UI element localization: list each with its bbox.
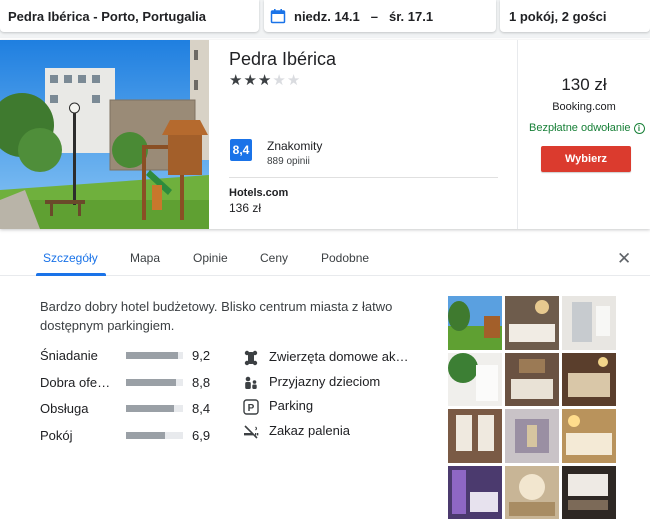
main-provider: Booking.com <box>552 101 616 113</box>
tab-details[interactable]: Szczegóły <box>43 251 98 265</box>
detail-tabs: Szczegóły Mapa Opinie Ceny Podobne <box>0 232 650 276</box>
rating-row: Dobra ofe… 8,8 <box>40 373 220 400</box>
rating-label: Pokój <box>40 427 73 443</box>
no-smoking-icon <box>243 424 259 440</box>
info-icon[interactable]: i <box>633 122 645 134</box>
divider <box>517 40 518 229</box>
divider <box>229 177 498 178</box>
amenity-label: Zwierzęta domowe ak… <box>269 349 409 364</box>
tab-prices[interactable]: Ceny <box>260 251 288 265</box>
photo-thumbnail[interactable] <box>448 352 502 406</box>
photo-thumbnail[interactable] <box>448 409 502 463</box>
provider-price[interactable]: 136 zł <box>229 201 261 215</box>
location-field[interactable]: Pedra Ibérica - Porto, Portugalia <box>0 0 259 32</box>
calendar-icon <box>270 8 286 24</box>
photo-thumbnail[interactable] <box>562 352 616 406</box>
amenities-list: Zwierzęta domowe ak… Przyjazny dzieciom … <box>243 349 433 447</box>
family-icon <box>243 375 259 391</box>
tab-similar[interactable]: Podobne <box>321 251 369 265</box>
amenity-item: Zakaz palenia <box>243 423 433 448</box>
rating-bar <box>126 431 183 439</box>
star-rating: ★★★★★ <box>229 71 301 89</box>
parking-icon: P <box>243 399 259 415</box>
star-filled-icon: ★ <box>243 72 258 89</box>
review-score-label: Znakomity <box>267 139 323 153</box>
rating-bar-fill <box>126 378 177 386</box>
guests-field[interactable]: 1 pokój, 2 gości <box>500 0 650 32</box>
amenity-label: Przyjazny dzieciom <box>269 373 381 389</box>
star-empty-icon: ★ <box>272 72 287 89</box>
rating-label: Obsługa <box>40 401 89 416</box>
search-bar: Pedra Ibérica - Porto, Portugalia niedz.… <box>0 0 650 38</box>
amenity-label: Zakaz palenia <box>269 422 350 438</box>
rating-bar <box>126 378 183 386</box>
rating-label: Śniadanie <box>40 348 98 363</box>
close-icon[interactable]: ✕ <box>617 250 631 267</box>
rating-value: 8,4 <box>192 401 211 416</box>
review-count[interactable]: 889 opinii <box>267 156 310 167</box>
checkout-date[interactable]: śr. 17.1 <box>389 9 433 24</box>
photo-thumbnail[interactable] <box>505 296 559 350</box>
photo-thumbnail[interactable] <box>505 352 559 406</box>
photo-thumbnail[interactable] <box>505 465 559 519</box>
rating-row: Śniadanie 9,2 <box>40 346 220 373</box>
rating-bar <box>126 405 183 412</box>
svg-text:P: P <box>248 403 255 414</box>
hotel-card: Pedra Ibérica ★★★★★ 8,4 Znakomity 889 op… <box>0 40 650 229</box>
photo-thumbnail[interactable] <box>562 465 616 519</box>
guests-text: 1 pokój, 2 gości <box>509 8 607 24</box>
rating-value: 8,8 <box>192 374 211 390</box>
photo-thumbnail[interactable] <box>505 409 559 463</box>
tab-map[interactable]: Mapa <box>130 251 160 265</box>
checkin-date[interactable]: niedz. 14.1 <box>294 9 360 24</box>
select-button[interactable]: Wybierz <box>541 146 631 172</box>
free-cancellation-text: Bezpłatne odwołanie <box>529 122 631 134</box>
rating-row: Obsługa 8,4 <box>40 399 220 426</box>
rating-bar-fill <box>126 405 174 412</box>
photo-grid <box>448 296 616 521</box>
dates-field[interactable]: niedz. 14.1 – śr. 17.1 <box>264 0 496 32</box>
rating-bar-fill <box>126 431 166 439</box>
photo-thumbnail[interactable] <box>562 409 616 463</box>
photo-thumbnail[interactable] <box>448 465 502 519</box>
main-price: 130 zł <box>561 75 607 94</box>
amenity-item: Przyjazny dzieciom <box>243 374 433 399</box>
date-separator: – <box>370 8 378 24</box>
amenity-item: P Parking <box>243 398 433 423</box>
rating-label: Dobra ofe… <box>40 374 111 390</box>
amenity-label: Parking <box>269 398 314 413</box>
location-text: Pedra Ibérica - Porto, Portugalia <box>8 8 206 24</box>
photo-thumbnail[interactable] <box>448 296 502 350</box>
review-score-badge: 8,4 <box>230 139 252 161</box>
rating-value: 6,9 <box>192 427 211 443</box>
star-filled-icon: ★ <box>257 72 273 89</box>
star-filled-icon: ★ <box>229 72 244 89</box>
hotel-main-photo[interactable] <box>0 40 209 229</box>
free-cancellation: Bezpłatne odwołanie i <box>529 122 645 134</box>
hotel-description: Bardzo dobry hotel budżetowy. Blisko cen… <box>40 299 393 333</box>
amenity-item: Zwierzęta domowe ak… <box>243 349 433 374</box>
photo-thumbnail[interactable] <box>562 296 616 350</box>
rating-value: 9,2 <box>192 348 211 363</box>
rating-bar <box>126 352 183 359</box>
rating-bar-fill <box>126 352 179 359</box>
rating-row: Pokój 6,9 <box>40 426 220 453</box>
hotel-name[interactable]: Pedra Ibérica <box>229 49 336 70</box>
active-tab-indicator <box>36 273 106 276</box>
provider-name[interactable]: Hotels.com <box>229 187 288 199</box>
tab-reviews[interactable]: Opinie <box>193 251 228 265</box>
star-empty-icon: ★ <box>286 72 302 89</box>
pet-icon <box>243 350 259 366</box>
category-ratings: Śniadanie 9,2 Dobra ofe… 8,8 Obsługa 8,4… <box>40 346 220 452</box>
